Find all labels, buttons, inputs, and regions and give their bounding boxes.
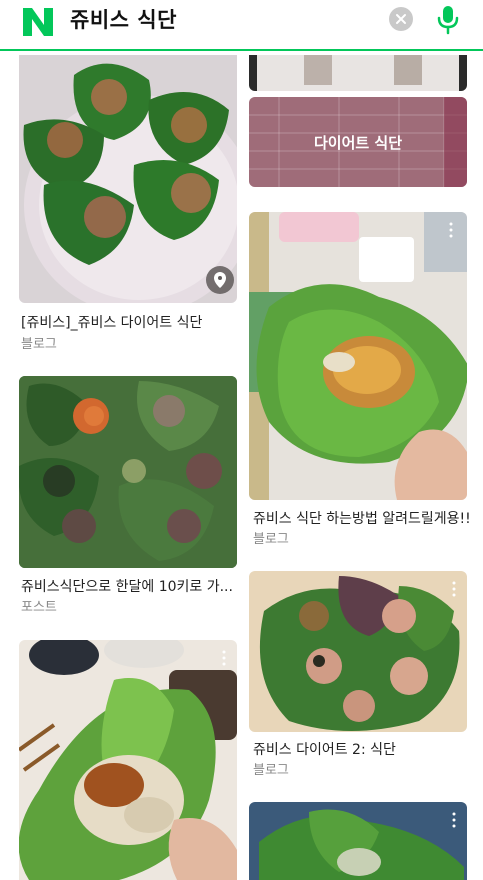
result-thumbnail[interactable] bbox=[249, 802, 467, 880]
result-title[interactable]: 쥬비스 식단 하는방법 알려드릴게용!! bbox=[253, 510, 471, 528]
result-thumbnail[interactable] bbox=[19, 640, 237, 880]
result-thumbnail[interactable] bbox=[249, 212, 467, 500]
result-title[interactable]: 쥬비스식단으로 한달에 10키로 가... bbox=[21, 578, 233, 596]
result-thumbnail[interactable] bbox=[249, 571, 467, 732]
result-title[interactable]: [쥬비스]_쥬비스 다이어트 식단 bbox=[21, 314, 202, 332]
microphone-icon[interactable] bbox=[433, 3, 463, 37]
search-query[interactable]: 쥬비스 식단 bbox=[70, 6, 177, 34]
result-source: 블로그 bbox=[253, 532, 289, 547]
search-header: 쥬비스 식단 bbox=[0, 0, 483, 51]
result-thumbnail[interactable] bbox=[19, 55, 237, 303]
result-thumbnail[interactable] bbox=[19, 376, 237, 568]
result-source: 블로그 bbox=[21, 337, 57, 352]
clear-icon[interactable] bbox=[389, 7, 413, 31]
overlay-label: 다이어트 식단 bbox=[313, 133, 403, 152]
result-thumbnail[interactable] bbox=[249, 55, 467, 91]
result-title[interactable]: 쥬비스 다이어트 2: 식단 bbox=[253, 741, 396, 759]
result-source: 포스트 bbox=[21, 600, 57, 615]
result-thumbnail[interactable]: 다이어트 식단 bbox=[249, 97, 467, 187]
result-source: 블로그 bbox=[253, 763, 289, 778]
naver-n-icon[interactable] bbox=[21, 6, 55, 38]
